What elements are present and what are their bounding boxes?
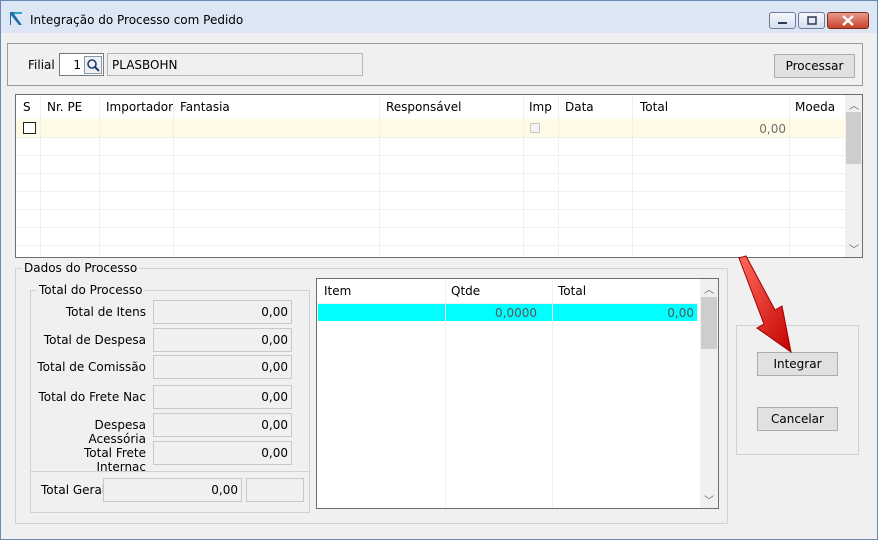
total-frete-nac-label: Total do Frete Nac [38,390,146,404]
total-frete-nac-value: 0,00 [153,385,292,409]
total-geral-label: Total Geral [41,483,106,497]
pointer-arrow-icon [738,255,792,354]
total-comissao-value: 0,00 [153,355,292,379]
col-header-importador[interactable]: Importador [106,95,173,119]
total-processo-title: Total do Processo [37,283,145,297]
cancelar-button[interactable]: Cancelar [757,407,838,431]
app-logo-icon [10,12,22,25]
col-header-fantasia[interactable]: Fantasia [180,95,230,119]
col-header-nr-pe[interactable]: Nr. PE [47,95,82,119]
row-divider [16,137,846,138]
total-comissao-label: Total de Comissão [37,360,146,374]
total-itens-value: 0,00 [153,300,292,324]
total-frete-internac-label: Total Frete Internac [83,446,146,474]
filial-code-input[interactable]: 1 [59,53,104,76]
filial-name-field: PLASBOHN [107,53,363,76]
row-divider [16,173,846,174]
col-header-items-total[interactable]: Total [558,279,586,303]
col-divider [789,95,790,257]
window-title: Integração do Processo com Pedido [30,13,244,27]
minimize-icon [778,22,787,24]
row-divider [16,245,846,246]
total-geral-divider [31,471,309,472]
col-header-s[interactable]: S [23,95,31,119]
minimize-button[interactable] [769,12,796,29]
close-button[interactable] [827,12,869,29]
scroll-down-icon[interactable]: ﹀ [849,241,859,256]
scroll-up-icon[interactable]: ︿ [849,97,859,112]
row-divider [16,191,846,192]
col-divider [173,95,174,257]
processar-button[interactable]: Processar [774,54,855,78]
total-geral-extra-field [246,478,304,502]
col-header-item[interactable]: Item [324,279,351,303]
col-divider [379,95,380,257]
total-geral-value: 0,00 [103,478,242,502]
col-divider [632,95,633,257]
col-header-qtde[interactable]: Qtde [451,279,480,303]
close-icon [842,15,854,26]
filial-label: Filial [28,58,55,72]
title-bar[interactable]: Integração do Processo com Pedido [1,1,877,33]
row-total-value: 0,00 [759,122,786,136]
col-divider [40,95,41,257]
item-qtde-value: 0,0000 [495,306,537,320]
dados-processo-title: Dados do Processo [22,261,140,275]
scroll-thumb[interactable] [846,112,861,164]
total-frete-internac-value: 0,00 [153,441,292,465]
scroll-up-icon[interactable]: ︿ [704,281,714,296]
select-checkbox[interactable] [23,122,36,134]
maximize-icon [807,16,817,25]
col-divider [552,279,553,508]
row-divider [16,227,846,228]
row-divider [16,209,846,210]
col-header-imp[interactable]: Imp [529,95,552,119]
scroll-down-icon[interactable]: ﹀ [704,492,714,507]
lookup-search-icon[interactable] [84,56,102,74]
despesa-acessoria-value: 0,00 [153,413,292,437]
col-divider [558,95,559,257]
col-divider [99,95,100,257]
row-divider [16,155,846,156]
total-despesa-value: 0,00 [153,328,292,352]
col-divider [445,279,446,508]
despesa-acessoria-label: Despesa Acessória [88,418,146,446]
col-header-data[interactable]: Data [565,95,594,119]
items-grid[interactable]: Item Qtde Total 0,0000 0,00 ︿ ﹀ [316,278,719,509]
col-header-responsavel[interactable]: Responsável [386,95,461,119]
col-header-moeda[interactable]: Moeda [795,95,835,119]
grid-vertical-scrollbar[interactable]: ︿ ﹀ [845,95,862,257]
process-grid[interactable]: S Nr. PE Importador Fantasia Responsável… [15,94,863,258]
maximize-button[interactable] [798,12,825,29]
col-divider [523,95,524,257]
col-header-total[interactable]: Total [640,95,668,119]
total-despesa-label: Total de Despesa [43,333,146,347]
items-vertical-scrollbar[interactable]: ︿ ﹀ [700,279,718,508]
scroll-thumb[interactable] [701,297,717,349]
item-total-value: 0,00 [667,306,694,320]
imp-checkbox[interactable] [530,123,540,133]
filial-code-value: 1 [73,58,81,72]
filial-name-value: PLASBOHN [112,58,178,72]
total-itens-label: Total de Itens [65,305,146,319]
